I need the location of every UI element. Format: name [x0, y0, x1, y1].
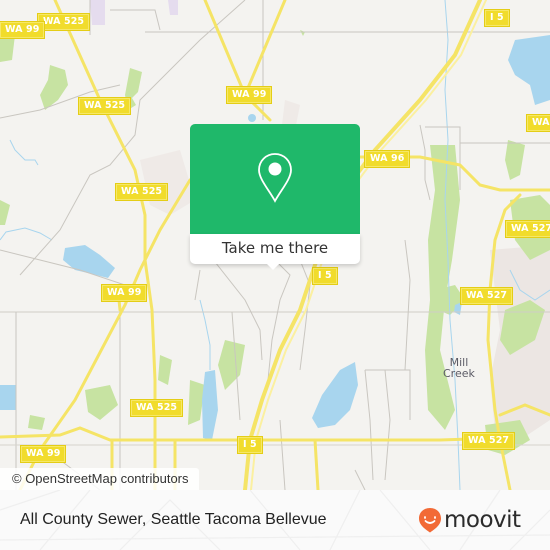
road-label-i-5: I 5 — [484, 9, 510, 27]
take-me-there-button[interactable]: Take me there — [190, 234, 360, 264]
road-label-wa-99: WA 99 — [225, 86, 273, 104]
road-label-wa-525: WA 525 — [36, 13, 91, 31]
moovit-smile-pin-icon — [419, 508, 441, 533]
business-name: All County Sewer, Seattle Tacoma Bellevu… — [20, 511, 327, 528]
road-label-wa-525: WA 525 — [114, 183, 169, 201]
place-label-line2: Creek — [443, 367, 475, 380]
road-label-wa-527: WA 527 — [459, 287, 514, 305]
road-label-wa-96: WA 96 — [363, 150, 411, 168]
moovit-wordmark: moovit — [444, 507, 521, 533]
map-view[interactable]: WA 525 WA 99 I 5 WA 525 WA 99 WA WA 96 W… — [0, 0, 550, 490]
place-label-mill-creek: Mill Creek — [443, 357, 475, 379]
moovit-logo[interactable]: moovit — [418, 507, 521, 533]
take-me-there-label: Take me there — [221, 239, 329, 257]
osm-attribution[interactable]: © OpenStreetMap contributors — [0, 468, 199, 490]
location-popup: Take me there — [190, 124, 360, 270]
road-label-wa-527: WA 527 — [461, 432, 516, 450]
road-label-i-5: I 5 — [237, 436, 263, 454]
map-pin-icon — [258, 153, 292, 203]
road-label-wa-527: WA 527 — [504, 220, 550, 238]
road-label-wa-99: WA 99 — [0, 21, 46, 39]
road-label-wa: WA — [526, 114, 550, 132]
popup-pointer — [265, 262, 281, 270]
footer-bar: All County Sewer, Seattle Tacoma Bellevu… — [0, 490, 550, 550]
road-label-wa-99: WA 99 — [100, 284, 148, 302]
road-label-i-5: I 5 — [312, 267, 338, 285]
popup-header — [190, 124, 360, 234]
road-label-wa-525: WA 525 — [129, 399, 184, 417]
road-label-wa-525: WA 525 — [77, 97, 132, 115]
road-label-wa-99: WA 99 — [19, 445, 67, 463]
